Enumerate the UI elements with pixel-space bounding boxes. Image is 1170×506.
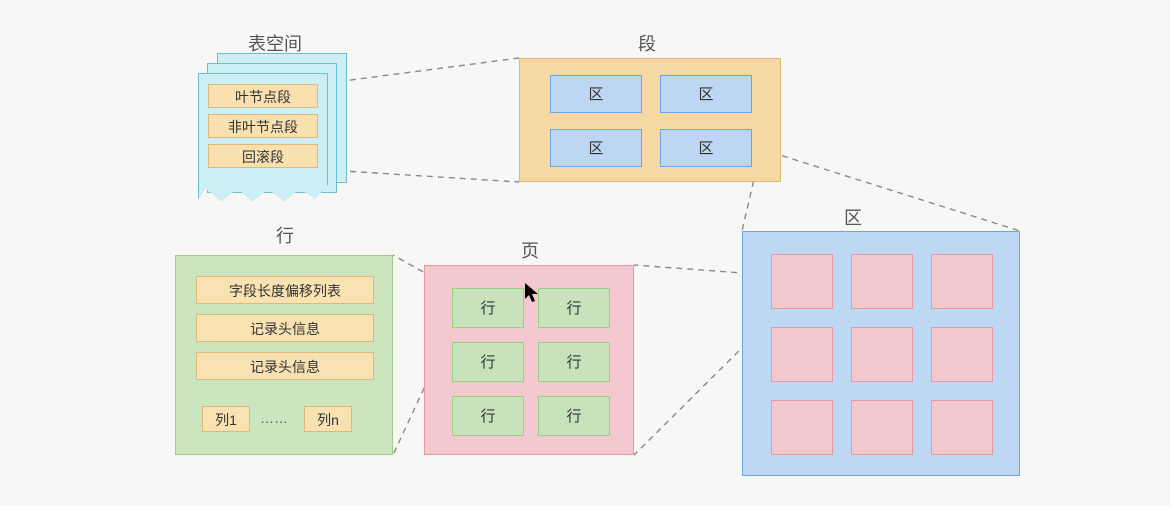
segment-cell: 区 <box>550 75 642 113</box>
page-cell: 行 <box>538 288 610 328</box>
extent-cell <box>771 254 833 309</box>
tablespace-doc-front: 叶节点段 非叶节点段 回滚段 <box>198 73 328 203</box>
page-cell: 行 <box>538 396 610 436</box>
extent-cell <box>851 327 913 382</box>
page-cell: 行 <box>452 288 524 328</box>
segment-cell: 区 <box>660 129 752 167</box>
segment-cell: 区 <box>550 129 642 167</box>
extent-cell <box>931 254 993 309</box>
row-column-first: 列1 <box>202 406 250 432</box>
title-extent: 区 <box>828 204 878 230</box>
extent-cell <box>771 400 833 455</box>
row-column-ellipsis: …… <box>260 410 288 426</box>
tablespace-item-rollback-segment: 回滚段 <box>208 144 318 168</box>
tablespace-item-leaf-segment: 叶节点段 <box>208 84 318 108</box>
row-item-offset-list: 字段长度偏移列表 <box>196 276 374 304</box>
diagram-canvas: 表空间 段 区 页 行 叶节点段 非叶节点段 回滚段 区 区 区 区 行 行 行… <box>0 0 1170 506</box>
row-item-header: 记录头信息 <box>196 352 374 380</box>
extent-cell <box>851 400 913 455</box>
extent-box <box>742 231 1020 476</box>
row-column-last: 列n <box>304 406 352 432</box>
title-segment: 段 <box>622 30 672 56</box>
title-page: 页 <box>505 237 555 263</box>
page-cell: 行 <box>452 396 524 436</box>
title-row: 行 <box>260 222 310 248</box>
row-box: 字段长度偏移列表 记录头信息 记录头信息 列1 …… 列n <box>175 255 393 455</box>
segment-cell: 区 <box>660 75 752 113</box>
extent-cell <box>771 327 833 382</box>
segment-box: 区 区 区 区 <box>519 58 781 182</box>
tablespace-item-nonleaf-segment: 非叶节点段 <box>208 114 318 138</box>
page-box: 行 行 行 行 行 行 <box>424 265 634 455</box>
row-item-header: 记录头信息 <box>196 314 374 342</box>
extent-cell <box>931 400 993 455</box>
extent-cell <box>931 327 993 382</box>
page-cell: 行 <box>538 342 610 382</box>
extent-cell <box>851 254 913 309</box>
page-cell: 行 <box>452 342 524 382</box>
